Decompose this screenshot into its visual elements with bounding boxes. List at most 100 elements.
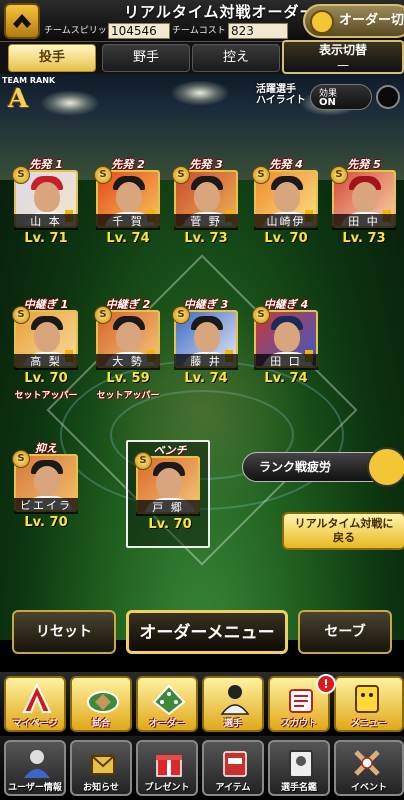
back-label-line2: 戻る	[333, 531, 355, 544]
team-rank-value: A	[8, 84, 29, 114]
nav-label: アイテム	[215, 783, 251, 793]
reliever-card[interactable]: 中継ぎ 1S高 梨 Lv. 70 セットアッパー	[12, 296, 80, 401]
tab-pitcher[interactable]: 投手	[8, 44, 96, 72]
face	[274, 322, 300, 352]
closer-card[interactable]: 抑え S ビエイラ Lv. 70	[12, 440, 80, 544]
display-switch-label: 表示切替	[318, 43, 367, 57]
player-level: Lv. 73	[342, 231, 386, 246]
rarity-coin-icon: S	[12, 306, 30, 324]
team-spirit-label: チームスピリッツ	[44, 26, 116, 36]
event-icon	[354, 750, 380, 776]
starter-card[interactable]: 先発 5S田 中 Lv. 73	[330, 156, 398, 260]
scout-icon	[289, 689, 313, 713]
face	[34, 182, 60, 212]
header-bar: リアルタイム対戦オーダー チームスピリッツ 104546 チームコスト 823 …	[0, 0, 404, 42]
reliever-card[interactable]: 中継ぎ 2S大 勢 Lv. 59 セットアッパー	[94, 296, 162, 401]
player-name: 戸 郷	[136, 500, 200, 516]
nav-label: ユーザー情報	[8, 783, 62, 793]
nav-user-info[interactable]: ユーザー情報	[4, 740, 66, 796]
face	[116, 322, 142, 352]
nav-label: 試合	[91, 719, 110, 729]
tab-reserve[interactable]: 控え	[192, 44, 280, 72]
player-level: Lv. 70	[24, 371, 68, 386]
tab-fielder[interactable]: 野手	[102, 44, 190, 72]
player-level: Lv. 70	[24, 515, 68, 530]
gift-icon	[156, 755, 182, 777]
nav-event[interactable]: イベント	[334, 740, 404, 796]
player-name: 高 梨	[14, 354, 78, 370]
player-level: Lv. 70	[264, 231, 308, 246]
nav-present[interactable]: プレゼント	[136, 740, 198, 796]
nav-mypage[interactable]: マイページ	[4, 676, 66, 732]
nav-label: 選手名鑑	[280, 783, 317, 793]
display-switch-value: —	[337, 58, 349, 72]
player-name: 千 賀	[96, 214, 160, 230]
order-switch-label: オーダー切替	[339, 13, 404, 28]
player-level: Lv. 74	[264, 371, 308, 386]
nav-label: メニュー	[350, 719, 387, 729]
reset-button[interactable]: リセット	[12, 610, 116, 654]
stadium-icon	[87, 691, 119, 713]
secondary-nav: ユーザー情報 お知らせ プレゼント アイテム 選手名鑑 イベント	[0, 736, 404, 800]
effect-toggle[interactable]: 効果 ON	[310, 84, 372, 110]
back-label-line1: リアルタイム対戦に	[294, 517, 394, 530]
page-title: リアルタイム対戦オーダー	[124, 3, 316, 21]
starter-card[interactable]: 先発 1S山 本 Lv. 71	[12, 156, 80, 260]
rarity-coin-icon: S	[330, 166, 348, 184]
swap-icon	[310, 10, 334, 34]
face	[274, 182, 300, 212]
reliever-card[interactable]: 中継ぎ 3S藤 井 Lv. 74	[172, 296, 240, 400]
nav-label: お知らせ	[83, 783, 119, 793]
rarity-coin-icon: S	[172, 306, 190, 324]
nav-label: プレゼント	[144, 783, 190, 793]
starter-card[interactable]: 先発 2S千 賀 Lv. 74	[94, 156, 162, 260]
face	[34, 322, 60, 352]
nav-label: マイページ	[12, 719, 58, 729]
effect-value: ON	[319, 97, 336, 108]
save-button[interactable]: セーブ	[298, 610, 392, 654]
player-name: 田 口	[254, 354, 318, 370]
player-level: Lv. 71	[24, 231, 68, 246]
rarity-coin-icon: S	[12, 450, 30, 468]
starter-card[interactable]: 先発 4 S 山崎伊 Lv. 70	[252, 156, 320, 260]
display-switch-button[interactable]: 表示切替 —	[282, 40, 404, 74]
notice-icon	[91, 755, 115, 775]
player-icon	[220, 685, 250, 715]
nav-game[interactable]: 試合	[70, 676, 132, 732]
face	[194, 182, 220, 212]
player-name: 藤 井	[174, 354, 238, 370]
nav-label: スカウト	[280, 719, 317, 729]
nav-notices[interactable]: お知らせ	[70, 740, 132, 796]
player-name: ビエイラ	[14, 498, 78, 514]
nav-menu[interactable]: メニュー	[334, 676, 404, 732]
rarity-coin-icon: S	[12, 166, 30, 184]
nav-order[interactable]: オーダー	[136, 676, 198, 732]
order-screen: リアルタイム対戦オーダー チームスピリッツ 104546 チームコスト 823 …	[0, 0, 404, 800]
order-switch-button[interactable]: オーダー切替	[303, 4, 404, 38]
bench-card[interactable]: ベンチ S 戸 郷 Lv. 70	[126, 440, 210, 548]
primary-nav: マイページ 試合 オーダー 選手 スカウト メニュー	[0, 672, 404, 734]
player-name: 田 中	[332, 214, 396, 230]
reliever-card[interactable]: 中継ぎ 4S田 口 Lv. 74	[252, 296, 320, 400]
nav-label: オーダー	[148, 719, 185, 729]
team-cost-value: 823	[228, 23, 288, 39]
highlight-label: 活躍選手 ハイライト	[256, 84, 306, 106]
nav-players[interactable]: 選手	[202, 676, 264, 732]
highlight-label-line2: ハイライト	[256, 95, 306, 106]
rarity-coin-icon: S	[94, 166, 112, 184]
starter-card[interactable]: 先発 3S菅 野 Lv. 73	[172, 156, 240, 260]
back-to-realtime-button[interactable]: リアルタイム対戦に 戻る	[282, 512, 404, 550]
role-label: セットアッパー	[14, 391, 78, 401]
rank-fatigue-label: ランク戦疲労	[259, 460, 332, 474]
nav-items[interactable]: アイテム	[202, 740, 264, 796]
player-name: 山 本	[14, 214, 78, 230]
order-menu-button[interactable]: オーダーメニュー	[126, 610, 288, 654]
stadium-light	[170, 80, 230, 106]
face	[352, 182, 378, 212]
rarity-coin-icon: S	[94, 306, 112, 324]
rank-fatigue-button[interactable]: ランク戦疲労	[242, 447, 404, 487]
team-logo-icon	[4, 3, 40, 39]
effect-toggle-knob[interactable]	[376, 85, 400, 109]
player-name: 菅 野	[174, 214, 238, 230]
nav-player-book[interactable]: 選手名鑑	[268, 740, 330, 796]
